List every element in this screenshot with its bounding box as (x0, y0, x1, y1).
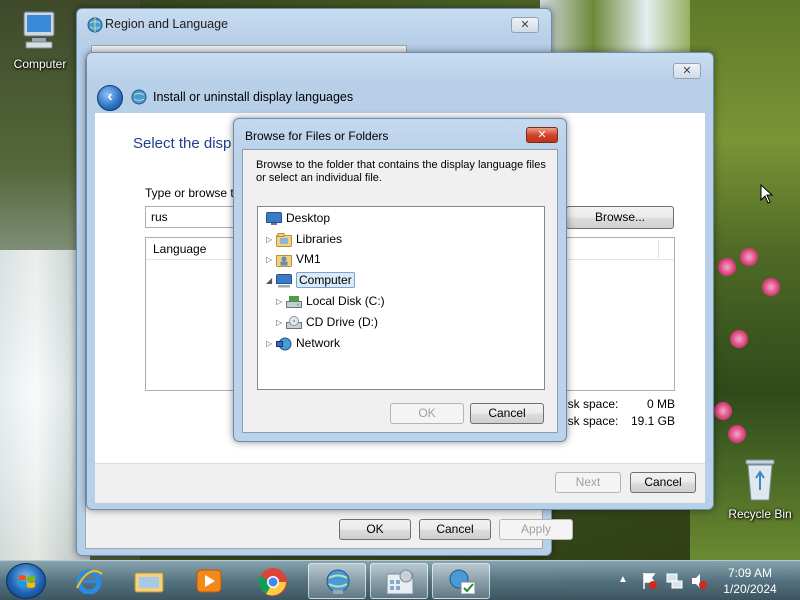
window-title: Install or uninstall display languages (153, 90, 354, 104)
clock-date: 1/20/2024 (723, 582, 777, 596)
taskbar-windows-explorer[interactable] (120, 563, 178, 599)
desktop-icon-computer[interactable]: Computer (0, 10, 80, 71)
back-arrow-icon[interactable]: ‹ (97, 85, 123, 111)
taskbar: ▲ 7:09 AM 1/20/2024 (0, 560, 800, 600)
desktop-icon (266, 211, 282, 225)
tree-item-vm1[interactable]: ▷ VM1 (266, 250, 321, 268)
taskbar-media-player[interactable] (180, 563, 238, 599)
network-icon (276, 337, 292, 351)
action-center-icon[interactable] (642, 572, 658, 590)
windows-logo-icon (19, 575, 35, 588)
user-folder-icon (276, 254, 292, 267)
flower (730, 330, 748, 348)
column-divider (658, 240, 659, 258)
dialog-title: Browse for Files or Folders (245, 129, 389, 143)
collapse-arrow-icon[interactable]: ◢ (266, 272, 276, 290)
window-title: Region and Language (105, 17, 229, 31)
next-button[interactable]: Next (555, 472, 621, 493)
recycle-bin-icon (745, 459, 775, 501)
required-space-label: isk space: (565, 397, 619, 411)
expand-arrow-icon[interactable]: ▷ (276, 314, 286, 332)
desktop-icon-label: Computer (13, 57, 67, 71)
local-disk-icon (286, 295, 302, 308)
expand-arrow-icon[interactable]: ▷ (266, 251, 276, 269)
tree-item-label: CD Drive (D:) (306, 315, 378, 329)
tree-item-label: Local Disk (C:) (306, 294, 385, 308)
dialog-instructions: Browse to the folder that contains the d… (256, 159, 546, 184)
flower (728, 425, 746, 443)
browse-dialog: Browse for Files or Folders ✕ Browse to … (233, 118, 567, 442)
start-button[interactable] (6, 563, 46, 599)
available-space-label: isk space: (565, 414, 619, 428)
internet-explorer-icon (76, 569, 103, 594)
expand-arrow-icon[interactable]: ▷ (276, 293, 286, 311)
taskbar-control-panel[interactable] (370, 563, 428, 599)
close-button[interactable]: ✕ (511, 17, 539, 33)
media-player-icon (196, 569, 222, 593)
tree-item-cd-drive[interactable]: ▷ CD Drive (D:) (276, 313, 378, 331)
flower (740, 248, 758, 266)
expand-arrow-icon[interactable]: ▷ (266, 335, 276, 353)
install-language-icon (449, 569, 476, 595)
expand-arrow-icon[interactable]: ▷ (266, 231, 276, 249)
tree-item-network[interactable]: ▷ Network (266, 334, 340, 352)
tree-item-desktop[interactable]: Desktop (266, 209, 330, 227)
tree-item-label: Libraries (296, 232, 343, 246)
close-button[interactable]: ✕ (673, 63, 701, 79)
clock-time: 7:09 AM (727, 566, 773, 580)
tree-item-libraries[interactable]: ▷ Libraries (266, 230, 342, 248)
desktop-icon-label: Recycle Bin (728, 507, 792, 521)
page-heading: Select the disp (133, 135, 232, 152)
wizard-footer: Next Cancel (95, 463, 705, 503)
flower (718, 258, 736, 276)
ok-button[interactable]: OK (390, 403, 464, 424)
libraries-icon (276, 232, 292, 247)
close-button[interactable]: ✕ (526, 127, 558, 143)
cancel-button[interactable]: Cancel (419, 519, 491, 540)
taskbar-internet-explorer[interactable] (60, 563, 118, 599)
browse-button[interactable]: Browse... (566, 206, 674, 229)
folder-tree[interactable]: Desktop ▷ Libraries ▷ VM1 ◢ Computer ▷ Local… (257, 206, 545, 390)
chrome-icon (258, 568, 287, 596)
apply-button[interactable]: Apply (499, 519, 573, 540)
tree-item-local-disk[interactable]: ▷ Local Disk (C:) (276, 292, 385, 310)
required-space-value: 0 MB (646, 397, 675, 411)
mouse-cursor-icon (760, 184, 774, 204)
tree-item-label: Desktop (286, 211, 331, 225)
taskbar-chrome[interactable] (244, 563, 302, 599)
flower (762, 278, 780, 296)
tree-item-computer[interactable]: ◢ Computer (266, 271, 355, 289)
language-icon (131, 89, 147, 105)
path-label: Type or browse t (145, 186, 234, 200)
computer-icon (276, 273, 292, 288)
tree-item-label: Computer (296, 272, 355, 288)
wallpaper-top-foliage (540, 0, 700, 60)
taskbar-clock[interactable]: 7:09 AM 1/20/2024 (712, 565, 788, 597)
globe-icon (87, 17, 103, 33)
windows-explorer-icon (134, 572, 164, 593)
ok-button[interactable]: OK (339, 519, 411, 540)
network-status-icon[interactable] (666, 572, 684, 590)
volume-muted-icon[interactable] (690, 572, 708, 590)
taskbar-install-language[interactable] (432, 563, 490, 599)
flower (714, 402, 732, 420)
dialog-body: Browse to the folder that contains the d… (242, 149, 558, 433)
taskbar-region-language[interactable] (308, 563, 366, 599)
show-hidden-icons-button[interactable]: ▲ (618, 574, 628, 585)
desktop-icon-recycle-bin[interactable]: Recycle Bin (720, 456, 800, 521)
cancel-button[interactable]: Cancel (630, 472, 696, 493)
available-space-value: 19.1 GB (630, 414, 675, 428)
tree-item-label: Network (296, 336, 341, 350)
computer-icon (23, 11, 55, 49)
control-panel-icon (386, 569, 414, 595)
cancel-button[interactable]: Cancel (470, 403, 544, 424)
cd-drive-icon (286, 315, 302, 329)
tree-item-label: VM1 (296, 252, 321, 266)
region-language-icon (326, 569, 350, 594)
